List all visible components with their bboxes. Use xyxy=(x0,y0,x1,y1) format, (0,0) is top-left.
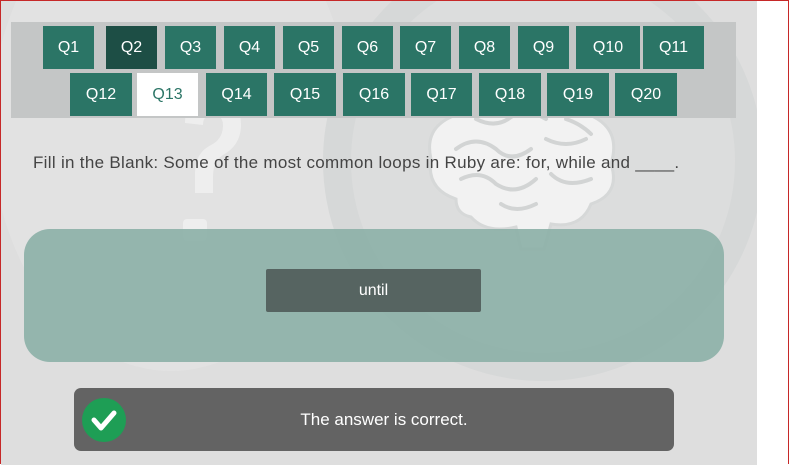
question-button-q9[interactable]: Q9 xyxy=(518,26,569,69)
question-button-q16[interactable]: Q16 xyxy=(343,73,405,116)
question-button-q10[interactable]: Q10 xyxy=(576,26,640,69)
feedback-banner: The answer is correct. xyxy=(74,388,674,451)
question-button-q13[interactable]: Q13 xyxy=(137,73,198,116)
question-button-q11[interactable]: Q11 xyxy=(643,26,704,69)
question-navigation: Q1 Q2 Q3 Q4 Q5 Q6 Q7 Q8 Q9 Q10 Q11 Q12 Q13 Q14 Q15 Q16 Q… xyxy=(11,22,736,118)
question-button-q6[interactable]: Q6 xyxy=(342,26,393,69)
answer-option-button[interactable]: until xyxy=(266,269,481,312)
page-margin xyxy=(757,1,788,465)
question-button-q3[interactable]: Q3 xyxy=(165,26,216,69)
question-button-q14[interactable]: Q14 xyxy=(206,73,267,116)
question-button-q18[interactable]: Q18 xyxy=(479,73,541,116)
question-button-q4[interactable]: Q4 xyxy=(224,26,275,69)
question-button-q17[interactable]: Q17 xyxy=(411,73,472,116)
question-button-q5[interactable]: Q5 xyxy=(283,26,334,69)
question-button-q19[interactable]: Q19 xyxy=(547,73,609,116)
question-text: Fill in the Blank: Some of the most comm… xyxy=(33,153,680,172)
question-button-q2[interactable]: Q2 xyxy=(106,26,157,69)
question-button-q20[interactable]: Q20 xyxy=(615,73,677,116)
feedback-text: The answer is correct. xyxy=(300,409,468,429)
question-button-q1[interactable]: Q1 xyxy=(43,26,94,69)
question-button-q12[interactable]: Q12 xyxy=(70,73,132,116)
question-button-q7[interactable]: Q7 xyxy=(400,26,451,69)
question-button-q8[interactable]: Q8 xyxy=(459,26,510,69)
question-button-q15[interactable]: Q15 xyxy=(274,73,336,116)
